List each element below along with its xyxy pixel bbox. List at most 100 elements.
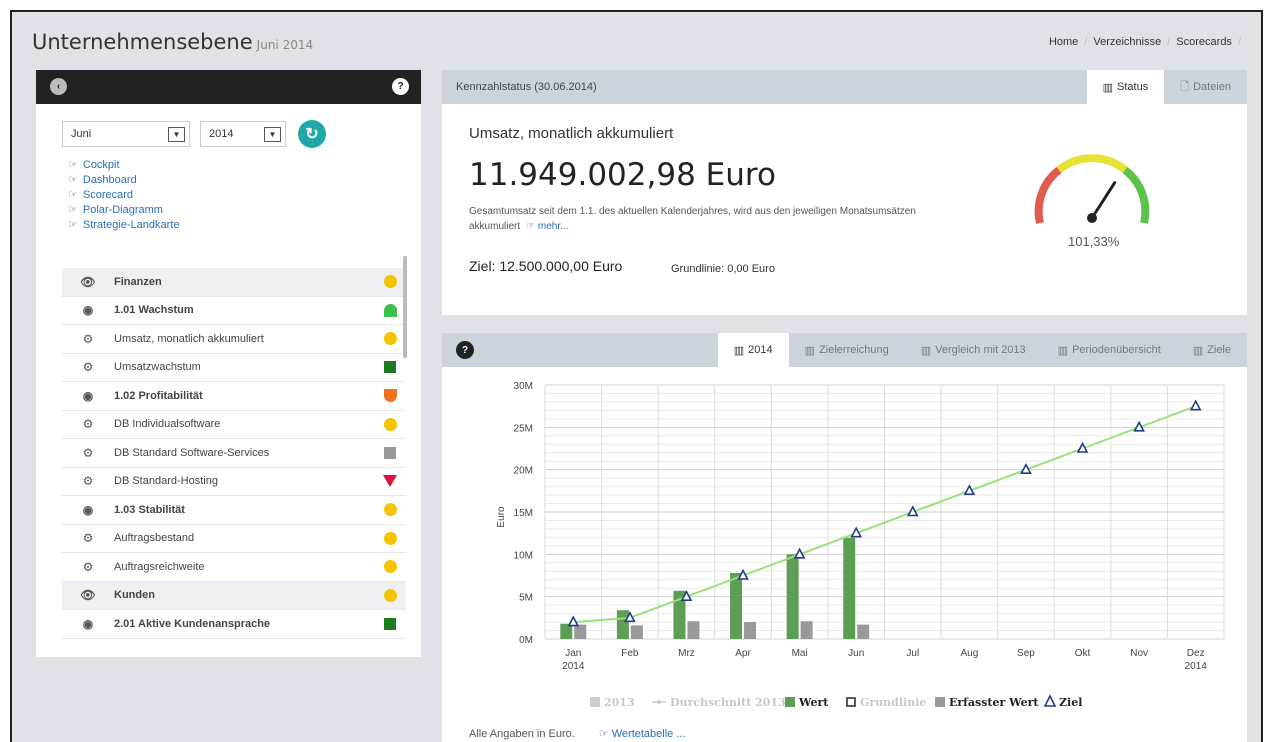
- collapse-panel-button[interactable]: ‹: [50, 78, 67, 95]
- target-icon: ◉: [82, 502, 94, 517]
- x-tick-sublabel: 2014: [562, 661, 585, 672]
- link-polar-diagramm[interactable]: ☞ Polar-Diagramm: [68, 203, 180, 218]
- gauge-needle: [1090, 181, 1117, 220]
- bar-chart-icon: ▥: [804, 344, 816, 357]
- breadcrumb-scorecards[interactable]: Scorecards: [1176, 36, 1232, 48]
- link-strategie-landkarte[interactable]: ☞ Strategie-Landkarte: [68, 218, 180, 233]
- tab-zielerreichung[interactable]: ▥ Zielerreichung: [789, 333, 905, 367]
- kpi-gauge-icon: ⚙: [82, 559, 94, 574]
- eye-icon: 👁: [80, 588, 96, 603]
- tree-row-label: Finanzen: [114, 275, 162, 288]
- legend-label: Wert: [798, 696, 829, 709]
- tab-periodenuebersicht[interactable]: ▥ Periodenübersicht: [1042, 333, 1177, 367]
- bar-chart-icon: ▥: [1102, 81, 1114, 94]
- bar-erfasster-wert: [800, 621, 813, 639]
- tab-status[interactable]: ▥ Status: [1086, 70, 1165, 104]
- x-tick-label: Apr: [735, 648, 751, 659]
- page-title: Unternehmensebene Juni 2014: [32, 30, 314, 54]
- link-dashboard[interactable]: ☞ Dashboard: [68, 173, 180, 188]
- help-icon[interactable]: ?: [456, 341, 474, 359]
- tree-row[interactable]: ◉ 1.03 Stabilität: [62, 496, 406, 525]
- tab-dateien[interactable]: 🗋 Dateien: [1164, 70, 1247, 104]
- tree-row-label: DB Individualsoftware: [114, 418, 221, 431]
- kpi-gauge-icon: ⚙: [82, 445, 94, 460]
- legend-symbol: [846, 697, 856, 707]
- kpi-name: Umsatz, monatlich akkumuliert: [469, 125, 674, 142]
- gauge-yellow-zone: [1056, 154, 1128, 174]
- tree-row[interactable]: ⚙ DB Individualsoftware: [62, 411, 406, 439]
- view-links: ☞ Cockpit ☞ Dashboard ☞ Scorecard ☞ Polar-Di…: [68, 158, 180, 233]
- ziel-marker: [737, 568, 749, 580]
- x-tick-label: Dez: [1187, 648, 1205, 659]
- help-icon[interactable]: ?: [392, 78, 409, 95]
- value-table-link[interactable]: ☞ Wertetabelle ...: [599, 728, 686, 740]
- month-select[interactable]: Juni ▼: [62, 121, 190, 147]
- y-axis-label: Euro: [496, 506, 507, 528]
- tab-2014[interactable]: ▥ 2014: [717, 333, 789, 367]
- status-indicator: [383, 503, 397, 517]
- hand-pointer-icon: ☞: [68, 204, 78, 216]
- tree-row-label: 1.03 Stabilität: [114, 503, 185, 516]
- link-scorecard[interactable]: ☞ Scorecard: [68, 188, 180, 203]
- y-tick-label: 5M: [519, 593, 533, 604]
- bar-wert: [730, 572, 743, 639]
- kpi-status-title: Kennzahlstatus (30.06.2014): [456, 81, 597, 93]
- kpi-gauge-icon: ⚙: [82, 531, 94, 546]
- ziel-marker: [1133, 420, 1145, 432]
- hand-pointer-icon: ☞: [68, 159, 78, 171]
- legend-symbol: [785, 697, 795, 707]
- bar-erfasster-wert: [630, 625, 643, 639]
- tree-row[interactable]: ⚙ Auftragsbestand: [62, 525, 406, 553]
- tree-row-label: 2.01 Aktive Kundenansprache: [114, 617, 271, 630]
- x-tick-label: Feb: [621, 648, 639, 659]
- file-icon: 🗋: [1180, 80, 1190, 93]
- tree-row[interactable]: ⚙ DB Standard-Hosting: [62, 468, 406, 496]
- more-link[interactable]: ☞ mehr...: [526, 221, 568, 232]
- gauge-percentage: 101,33%: [1068, 234, 1120, 249]
- bar-erfasster-wert: [857, 624, 870, 639]
- tree-row-label: Umsatz, monatlich akkumuliert: [114, 332, 264, 345]
- ziel-marker: [906, 505, 919, 517]
- status-indicator: [384, 617, 396, 630]
- tree-row[interactable]: ◉ 1.02 Profitabilität: [62, 382, 406, 411]
- tree-row[interactable]: ⚙ Auftragsreichweite: [62, 553, 406, 582]
- year-select[interactable]: 2014 ▼: [200, 121, 286, 147]
- tree-row-label: Kunden: [114, 589, 155, 602]
- tree-scrollbar[interactable]: [403, 256, 407, 358]
- navigation-panel: ‹ ? Juni ▼ 2014 ▼ ↻ ☞ Cockpit ☞ Dashboard ☞ S…: [36, 70, 421, 657]
- x-tick-label: Sep: [1017, 648, 1035, 659]
- tree-row[interactable]: ⚙ Umsatzwachstum: [62, 354, 406, 382]
- x-tick-label: Jun: [848, 648, 864, 659]
- breadcrumb-home[interactable]: Home: [1049, 36, 1078, 48]
- tree-row[interactable]: ◉ 1.01 Wachstum: [62, 297, 406, 325]
- kpi-goal: Ziel: 12.500.000,00 Euro: [469, 258, 623, 274]
- tree-row-label: 1.02 Profitabilität: [114, 389, 203, 402]
- tree-row[interactable]: ⚙ DB Standard Software-Services: [62, 439, 406, 468]
- kpi-gauge-icon: ⚙: [82, 474, 94, 489]
- gauge-hub: [1087, 213, 1097, 223]
- legend-symbol: [935, 697, 945, 707]
- tab-ziele[interactable]: ▥ Ziele: [1177, 333, 1247, 367]
- x-tick-label: Jul: [906, 648, 919, 659]
- chart-tabs: ▥ 2014 ▥ Zielerreichung ▥ Vergleich mit 201…: [717, 333, 1247, 367]
- bar-chart-icon: ▥: [1057, 344, 1069, 357]
- tree-row[interactable]: ◉ 2.01 Aktive Kundenansprache: [62, 610, 406, 639]
- hand-pointer-icon: ☞: [68, 219, 78, 231]
- ziel-marker: [963, 484, 976, 496]
- y-tick-label: 0M: [519, 635, 533, 646]
- kpi-baseline: Grundlinie: 0,00 Euro: [671, 263, 775, 275]
- tree-row[interactable]: ⚙ Umsatz, monatlich akkumuliert: [62, 325, 406, 354]
- gauge: [1034, 154, 1150, 224]
- tab-vergleich-2013[interactable]: ▥ Vergleich mit 2013: [905, 333, 1042, 367]
- refresh-button[interactable]: ↻: [298, 120, 326, 148]
- ziel-marker: [1076, 441, 1089, 453]
- tree-row[interactable]: 👁 Finanzen: [62, 268, 406, 297]
- scorecard-tree: 👁 Finanzen ◉ 1.01 Wachstum ⚙ Umsatz, monatlic…: [62, 268, 406, 639]
- y-tick-label: 10M: [514, 550, 533, 561]
- link-cockpit[interactable]: ☞ Cockpit: [68, 158, 180, 173]
- status-indicator: [383, 275, 397, 289]
- tree-row[interactable]: 👁 Kunden: [62, 581, 406, 610]
- y-tick-label: 30M: [514, 381, 533, 392]
- ziel-marker: [850, 526, 863, 538]
- breadcrumb-verzeichnisse[interactable]: Verzeichnisse: [1093, 36, 1161, 48]
